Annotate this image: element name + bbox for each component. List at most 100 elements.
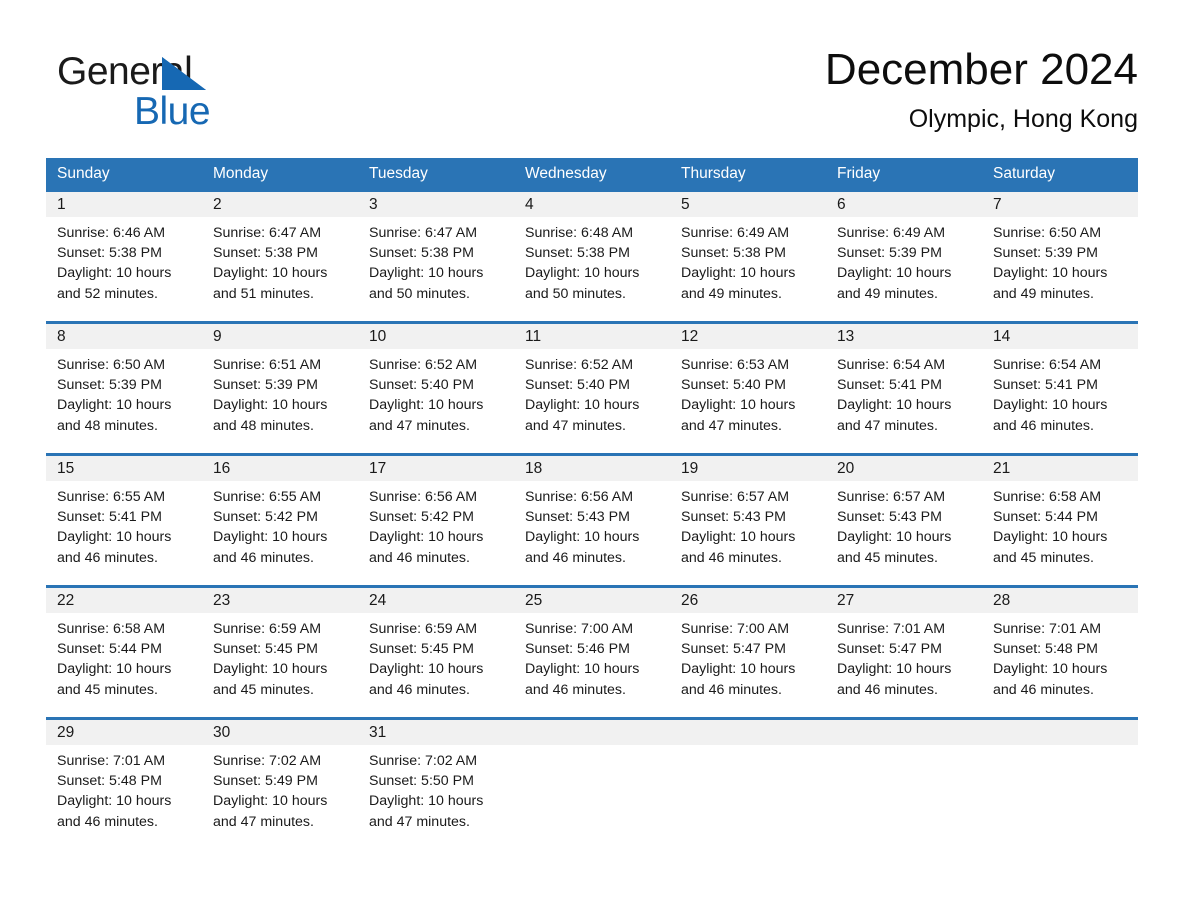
sunset-text: Sunset: 5:43 PM <box>525 509 630 526</box>
day-number: 18 <box>525 460 543 477</box>
sunrise-text: Sunrise: 7:01 AM <box>993 621 1102 637</box>
sunrise-text: Sunrise: 6:58 AM <box>993 489 1102 505</box>
sunrise-text: Sunrise: 6:47 AM <box>369 225 478 241</box>
day-number: 8 <box>57 328 66 345</box>
sunrise-text: Sunrise: 6:53 AM <box>681 357 790 373</box>
sunrise-text: Sunrise: 6:47 AM <box>213 225 322 241</box>
day-details: Sunrise: 6:53 AM Sunset: 5:40 PM Dayligh… <box>681 355 820 436</box>
sunrise-text: Sunrise: 7:01 AM <box>837 621 946 637</box>
day-cell[interactable]: 15 Sunrise: 6:55 AM Sunset: 5:41 PM Dayl… <box>46 456 202 585</box>
day-details: Sunrise: 6:47 AM Sunset: 5:38 PM Dayligh… <box>213 223 352 304</box>
weekday-header-row: Sunday Monday Tuesday Wednesday Thursday… <box>46 158 1138 189</box>
sunrise-text: Sunrise: 6:51 AM <box>213 357 322 373</box>
day-cell[interactable]: 22 Sunrise: 6:58 AM Sunset: 5:44 PM Dayl… <box>46 588 202 717</box>
day-cell[interactable]: 19 Sunrise: 6:57 AM Sunset: 5:43 PM Dayl… <box>670 456 826 585</box>
day-details: Sunrise: 6:57 AM Sunset: 5:43 PM Dayligh… <box>837 487 976 568</box>
day-number: 10 <box>369 328 387 345</box>
sunrise-text: Sunrise: 6:52 AM <box>369 357 478 373</box>
day-cell[interactable]: 20 Sunrise: 6:57 AM Sunset: 5:43 PM Dayl… <box>826 456 982 585</box>
day-number: 15 <box>57 460 75 477</box>
day-cell[interactable]: 8 Sunrise: 6:50 AM Sunset: 5:39 PM Dayli… <box>46 324 202 453</box>
day-cell[interactable]: 31 Sunrise: 7:02 AM Sunset: 5:50 PM Dayl… <box>358 720 514 851</box>
sunrise-text: Sunrise: 6:54 AM <box>837 357 946 373</box>
daylight-text: Daylight: 10 hours and 46 minutes. <box>57 529 172 566</box>
day-cell[interactable]: 4 Sunrise: 6:48 AM Sunset: 5:38 PM Dayli… <box>514 192 670 321</box>
day-cell[interactable]: 16 Sunrise: 6:55 AM Sunset: 5:42 PM Dayl… <box>202 456 358 585</box>
day-cell[interactable]: 2 Sunrise: 6:47 AM Sunset: 5:38 PM Dayli… <box>202 192 358 321</box>
day-details: Sunrise: 6:55 AM Sunset: 5:41 PM Dayligh… <box>57 487 196 568</box>
day-cell[interactable]: 3 Sunrise: 6:47 AM Sunset: 5:38 PM Dayli… <box>358 192 514 321</box>
day-cell[interactable]: 30 Sunrise: 7:02 AM Sunset: 5:49 PM Dayl… <box>202 720 358 851</box>
sunset-text: Sunset: 5:38 PM <box>213 245 318 262</box>
sunrise-text: Sunrise: 6:55 AM <box>57 489 166 505</box>
day-number: 12 <box>681 328 699 345</box>
sunrise-text: Sunrise: 6:49 AM <box>837 225 946 241</box>
day-cell[interactable]: 18 Sunrise: 6:56 AM Sunset: 5:43 PM Dayl… <box>514 456 670 585</box>
day-details: Sunrise: 6:52 AM Sunset: 5:40 PM Dayligh… <box>525 355 664 436</box>
day-cell[interactable]: 28 Sunrise: 7:01 AM Sunset: 5:48 PM Dayl… <box>982 588 1138 717</box>
day-cell[interactable]: 29 Sunrise: 7:01 AM Sunset: 5:48 PM Dayl… <box>46 720 202 851</box>
sunrise-text: Sunrise: 7:00 AM <box>681 621 790 637</box>
day-cell[interactable]: 21 Sunrise: 6:58 AM Sunset: 5:44 PM Dayl… <box>982 456 1138 585</box>
day-cell[interactable]: 23 Sunrise: 6:59 AM Sunset: 5:45 PM Dayl… <box>202 588 358 717</box>
day-details: Sunrise: 6:58 AM Sunset: 5:44 PM Dayligh… <box>993 487 1132 568</box>
day-number: 21 <box>993 460 1011 477</box>
daylight-text: Daylight: 10 hours and 46 minutes. <box>993 397 1108 434</box>
day-number: 19 <box>681 460 699 477</box>
sunrise-text: Sunrise: 6:50 AM <box>993 225 1102 241</box>
day-cell[interactable]: 11 Sunrise: 6:52 AM Sunset: 5:40 PM Dayl… <box>514 324 670 453</box>
day-cell[interactable]: 7 Sunrise: 6:50 AM Sunset: 5:39 PM Dayli… <box>982 192 1138 321</box>
day-details: Sunrise: 6:48 AM Sunset: 5:38 PM Dayligh… <box>525 223 664 304</box>
day-number: 11 <box>525 328 542 345</box>
day-details: Sunrise: 7:02 AM Sunset: 5:50 PM Dayligh… <box>369 751 508 832</box>
day-cell[interactable]: 10 Sunrise: 6:52 AM Sunset: 5:40 PM Dayl… <box>358 324 514 453</box>
day-cell[interactable]: 1 Sunrise: 6:46 AM Sunset: 5:38 PM Dayli… <box>46 192 202 321</box>
day-details: Sunrise: 6:49 AM Sunset: 5:38 PM Dayligh… <box>681 223 820 304</box>
daylight-text: Daylight: 10 hours and 49 minutes. <box>837 265 952 302</box>
day-details: Sunrise: 6:59 AM Sunset: 5:45 PM Dayligh… <box>213 619 352 700</box>
triangle-icon <box>162 57 206 90</box>
day-details: Sunrise: 6:50 AM Sunset: 5:39 PM Dayligh… <box>993 223 1132 304</box>
sunrise-text: Sunrise: 6:46 AM <box>57 225 166 241</box>
day-details: Sunrise: 6:58 AM Sunset: 5:44 PM Dayligh… <box>57 619 196 700</box>
page-header: General Blue December 2024 Olympic, Hong… <box>46 42 1138 146</box>
sunset-text: Sunset: 5:49 PM <box>213 773 318 790</box>
sunset-text: Sunset: 5:40 PM <box>681 377 786 394</box>
day-cell[interactable]: 6 Sunrise: 6:49 AM Sunset: 5:39 PM Dayli… <box>826 192 982 321</box>
day-number: 25 <box>525 592 543 609</box>
sunrise-text: Sunrise: 6:56 AM <box>369 489 478 505</box>
day-number: 13 <box>837 328 855 345</box>
day-number: 26 <box>681 592 699 609</box>
sunset-text: Sunset: 5:41 PM <box>993 377 1098 394</box>
weekday-tuesday: Tuesday <box>369 165 428 182</box>
day-cell[interactable]: 26 Sunrise: 7:00 AM Sunset: 5:47 PM Dayl… <box>670 588 826 717</box>
day-number: 22 <box>57 592 75 609</box>
day-details: Sunrise: 6:49 AM Sunset: 5:39 PM Dayligh… <box>837 223 976 304</box>
daylight-text: Daylight: 10 hours and 52 minutes. <box>57 265 172 302</box>
day-cell[interactable]: 27 Sunrise: 7:01 AM Sunset: 5:47 PM Dayl… <box>826 588 982 717</box>
daylight-text: Daylight: 10 hours and 46 minutes. <box>369 529 484 566</box>
day-cell[interactable]: 13 Sunrise: 6:54 AM Sunset: 5:41 PM Dayl… <box>826 324 982 453</box>
daylight-text: Daylight: 10 hours and 47 minutes. <box>525 397 640 434</box>
day-cell[interactable]: 12 Sunrise: 6:53 AM Sunset: 5:40 PM Dayl… <box>670 324 826 453</box>
sunset-text: Sunset: 5:40 PM <box>525 377 630 394</box>
day-number: 14 <box>993 328 1011 345</box>
day-cell[interactable]: 14 Sunrise: 6:54 AM Sunset: 5:41 PM Dayl… <box>982 324 1138 453</box>
day-details: Sunrise: 7:01 AM Sunset: 5:47 PM Dayligh… <box>837 619 976 700</box>
day-details: Sunrise: 6:47 AM Sunset: 5:38 PM Dayligh… <box>369 223 508 304</box>
sunset-text: Sunset: 5:48 PM <box>993 641 1098 658</box>
day-details: Sunrise: 7:00 AM Sunset: 5:47 PM Dayligh… <box>681 619 820 700</box>
day-details: Sunrise: 6:59 AM Sunset: 5:45 PM Dayligh… <box>369 619 508 700</box>
day-cell[interactable]: 9 Sunrise: 6:51 AM Sunset: 5:39 PM Dayli… <box>202 324 358 453</box>
sunset-text: Sunset: 5:38 PM <box>57 245 162 262</box>
sunrise-text: Sunrise: 7:02 AM <box>213 753 322 769</box>
sunset-text: Sunset: 5:47 PM <box>837 641 942 658</box>
day-cell[interactable]: 5 Sunrise: 6:49 AM Sunset: 5:38 PM Dayli… <box>670 192 826 321</box>
day-cell[interactable]: 17 Sunrise: 6:56 AM Sunset: 5:42 PM Dayl… <box>358 456 514 585</box>
day-cell[interactable]: 25 Sunrise: 7:00 AM Sunset: 5:46 PM Dayl… <box>514 588 670 717</box>
day-details: Sunrise: 6:56 AM Sunset: 5:43 PM Dayligh… <box>525 487 664 568</box>
day-cell[interactable]: 24 Sunrise: 6:59 AM Sunset: 5:45 PM Dayl… <box>358 588 514 717</box>
day-number: 1 <box>57 196 66 213</box>
sunset-text: Sunset: 5:38 PM <box>369 245 474 262</box>
daylight-text: Daylight: 10 hours and 47 minutes. <box>681 397 796 434</box>
